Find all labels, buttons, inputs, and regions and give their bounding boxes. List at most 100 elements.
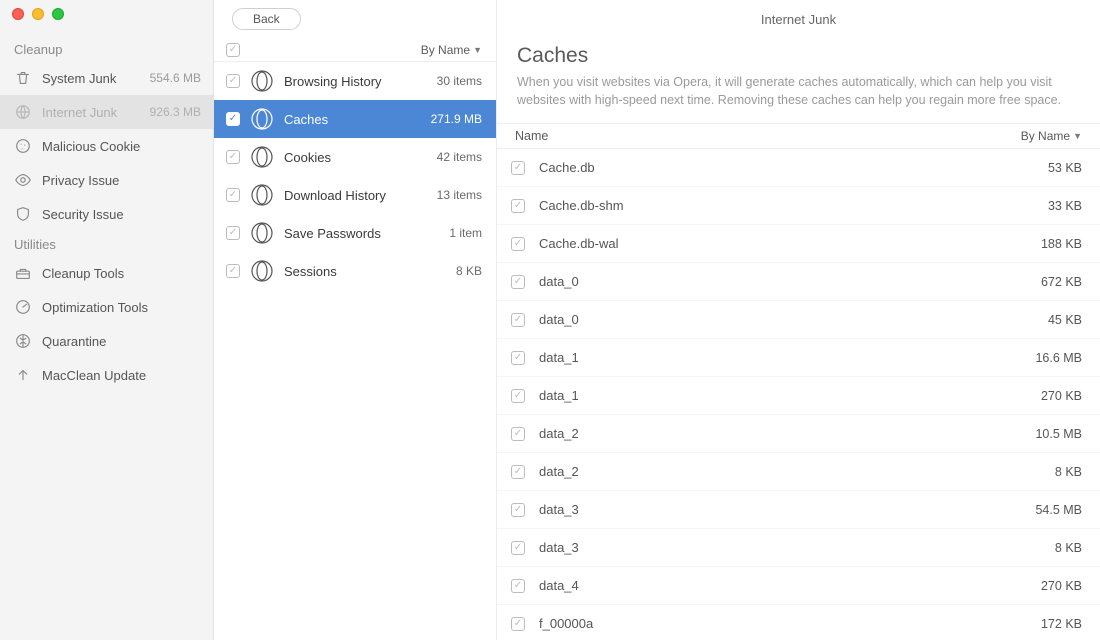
file-name: Cache.db-wal	[539, 236, 1027, 251]
sidebar-item-system-junk[interactable]: System Junk554.6 MB	[0, 61, 213, 95]
category-row[interactable]: Browsing History 30 items	[214, 62, 496, 100]
file-checkbox[interactable]	[511, 579, 525, 593]
category-label: Sessions	[284, 264, 446, 279]
file-row[interactable]: data_0 672 KB	[497, 263, 1100, 301]
minimize-window-button[interactable]	[32, 8, 44, 20]
zoom-window-button[interactable]	[52, 8, 64, 20]
file-name: data_0	[539, 312, 1034, 327]
file-size: 188 KB	[1041, 237, 1082, 251]
category-toolbar: Back	[214, 0, 496, 38]
file-row[interactable]: data_38 KB	[497, 529, 1100, 567]
category-row[interactable]: Sessions8 KB	[214, 252, 496, 290]
file-name: Cache.db-shm	[539, 198, 1034, 213]
category-value: 1 item	[449, 226, 482, 240]
file-row[interactable]: data_210.5 MB	[497, 415, 1100, 453]
file-size: 672 KB	[1041, 275, 1082, 289]
category-label: Browsing History	[284, 74, 427, 89]
file-checkbox[interactable]	[511, 427, 525, 441]
sidebar-item-security-issue[interactable]: Security Issue	[0, 197, 213, 231]
file-checkbox[interactable]	[511, 199, 525, 213]
chevron-down-icon: ▼	[1073, 131, 1082, 141]
category-checkbox[interactable]	[226, 112, 240, 126]
file-size: 45 KB	[1048, 313, 1082, 327]
file-checkbox[interactable]	[511, 161, 525, 175]
category-checkbox[interactable]	[226, 188, 240, 202]
category-label: Caches	[284, 112, 421, 127]
category-value: 271.9 MB	[431, 112, 482, 126]
close-window-button[interactable]	[12, 8, 24, 20]
file-row[interactable]: Cache.db-wal 188 KB	[497, 225, 1100, 263]
file-name: data_0	[539, 274, 1027, 289]
file-name: f_00000a	[539, 616, 1027, 631]
sidebar-item-malicious-cookie[interactable]: Malicious Cookie	[0, 129, 213, 163]
category-list: Browsing History30 items Caches271.9 MB …	[214, 62, 496, 640]
sidebar-item-label: Cleanup Tools	[42, 266, 201, 281]
sidebar-item-label: MacClean Update	[42, 368, 201, 383]
sidebar-item-privacy-issue[interactable]: Privacy Issue	[0, 163, 213, 197]
category-checkbox[interactable]	[226, 226, 240, 240]
category-sort-dropdown[interactable]: By Name ▼	[421, 43, 482, 57]
file-checkbox[interactable]	[511, 351, 525, 365]
category-row[interactable]: Save Passwords1 item	[214, 214, 496, 252]
back-button[interactable]: Back	[232, 8, 301, 30]
file-row[interactable]: data_28 KB	[497, 453, 1100, 491]
category-row[interactable]: Download History13 items	[214, 176, 496, 214]
file-checkbox[interactable]	[511, 275, 525, 289]
sidebar-item-label: Internet Junk	[42, 105, 150, 120]
sidebar-item-value: 926.3 MB	[150, 105, 201, 119]
category-checkbox[interactable]	[226, 74, 240, 88]
sidebar-item-macclean-update[interactable]: MacClean Update	[0, 358, 213, 392]
file-size: 10.5 MB	[1035, 427, 1082, 441]
file-size: 33 KB	[1048, 199, 1082, 213]
file-row[interactable]: data_4270 KB	[497, 567, 1100, 605]
file-checkbox[interactable]	[511, 313, 525, 327]
quarantine-icon	[14, 332, 32, 350]
category-row[interactable]: Caches 271.9 MB	[214, 100, 496, 138]
window-controls	[0, 6, 213, 36]
file-size: 8 KB	[1055, 465, 1082, 479]
sidebar-item-cleanup-tools[interactable]: Cleanup Tools	[0, 256, 213, 290]
file-row[interactable]: Cache.db-shm 33 KB	[497, 187, 1100, 225]
sidebar-item-internet-junk[interactable]: Internet Junk926.3 MB	[0, 95, 213, 129]
file-size: 53 KB	[1048, 161, 1082, 175]
file-name: data_1	[539, 350, 1021, 365]
detail-header: Caches When you visit websites via Opera…	[497, 38, 1100, 123]
category-value: 30 items	[437, 74, 482, 88]
file-row[interactable]: f_00000a172 KB	[497, 605, 1100, 640]
file-row[interactable]: data_3 54.5 MB	[497, 491, 1100, 529]
eye-icon	[14, 171, 32, 189]
toolbox-icon	[14, 264, 32, 282]
file-row[interactable]: data_116.6 MB	[497, 339, 1100, 377]
file-checkbox[interactable]	[511, 541, 525, 555]
file-sort-dropdown[interactable]: By Name ▼	[1021, 129, 1082, 143]
sidebar-item-quarantine[interactable]: Quarantine	[0, 324, 213, 358]
category-sort-row: By Name ▼	[214, 38, 496, 62]
trash-icon	[14, 69, 32, 87]
sidebar-item-label: Optimization Tools	[42, 300, 201, 315]
category-label: Cookies	[284, 150, 427, 165]
page-title: Internet Junk	[497, 0, 1100, 38]
sidebar-item-label: Malicious Cookie	[42, 139, 201, 154]
file-list[interactable]: Cache.db53 KB Cache.db-shm 33 KB Cache.db-w…	[497, 149, 1100, 640]
file-name: data_3	[539, 502, 1021, 517]
category-row[interactable]: Cookies42 items	[214, 138, 496, 176]
file-column-header: Name By Name ▼	[497, 123, 1100, 149]
cookie-icon	[14, 137, 32, 155]
select-all-categories-checkbox[interactable]	[226, 43, 240, 57]
file-row[interactable]: data_1270 KB	[497, 377, 1100, 415]
file-row[interactable]: Cache.db53 KB	[497, 149, 1100, 187]
detail-pane: Internet Junk Caches When you visit webs…	[497, 0, 1100, 640]
file-row[interactable]: data_0 45 KB	[497, 301, 1100, 339]
sidebar-item-optimization-tools[interactable]: Optimization Tools	[0, 290, 213, 324]
file-size: 54.5 MB	[1035, 503, 1082, 517]
file-checkbox[interactable]	[511, 389, 525, 403]
file-checkbox[interactable]	[511, 617, 525, 631]
sidebar-item-label: Quarantine	[42, 334, 201, 349]
category-checkbox[interactable]	[226, 150, 240, 164]
file-checkbox[interactable]	[511, 503, 525, 517]
sidebar: CleanupSystem Junk554.6 MBInternet Junk9…	[0, 0, 214, 640]
shield-icon	[14, 205, 32, 223]
category-checkbox[interactable]	[226, 264, 240, 278]
file-checkbox[interactable]	[511, 465, 525, 479]
file-checkbox[interactable]	[511, 237, 525, 251]
